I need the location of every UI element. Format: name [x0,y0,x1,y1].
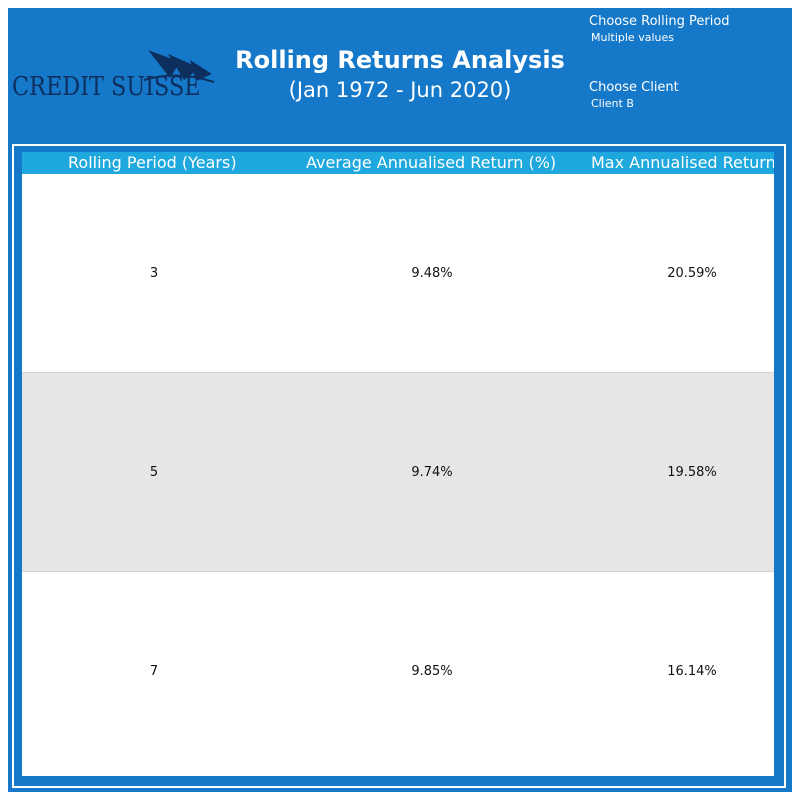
returns-table[interactable]: Rolling Period (Years) Average Annualise… [22,152,774,776]
cell-average-return: 9.48% [411,266,453,281]
page-title: Rolling Returns Analysis [235,46,565,74]
cell-rolling-period: 5 [149,465,159,480]
rolling-period-label: Choose Rolling Period [589,14,730,29]
cell-rolling-period: 7 [149,664,159,679]
column-header-max-return[interactable]: Max Annualised Return [591,153,774,172]
dashboard: CREDIT SUISSE Rolling Returns Analysis (… [8,8,792,792]
client-label: Choose Client [589,80,679,95]
rolling-period-filter[interactable]: Choose Rolling Period Multiple values [589,14,730,44]
cell-average-return: 9.85% [411,664,453,679]
logo-wordmark: CREDIT SUISSE [12,72,201,102]
returns-table-container: Rolling Period (Years) Average Annualise… [12,144,786,788]
table-row: 5 9.74% 19.58% [22,372,774,572]
cell-rolling-period: 3 [149,266,159,281]
cell-max-return: 20.59% [667,266,717,281]
column-header-rolling-period[interactable]: Rolling Period (Years) [68,153,237,172]
cell-max-return: 19.58% [667,465,717,480]
cell-average-return: 9.74% [411,465,453,480]
rolling-period-value[interactable]: Multiple values [591,31,730,44]
credit-suisse-logo: CREDIT SUISSE [12,48,215,108]
table-header: Rolling Period (Years) Average Annualise… [22,152,774,174]
table-row: 7 9.85% 16.14% [22,572,774,770]
column-header-average-return[interactable]: Average Annualised Return (%) [306,153,556,172]
client-filter[interactable]: Choose Client Client B [589,80,679,110]
client-value[interactable]: Client B [591,97,679,110]
page-frame: CREDIT SUISSE Rolling Returns Analysis (… [0,0,800,800]
page-subtitle: (Jan 1972 - Jun 2020) [288,78,512,102]
header: CREDIT SUISSE Rolling Returns Analysis (… [8,8,792,140]
table-row: 3 9.48% 20.59% [22,174,774,372]
cell-max-return: 16.14% [667,664,717,679]
